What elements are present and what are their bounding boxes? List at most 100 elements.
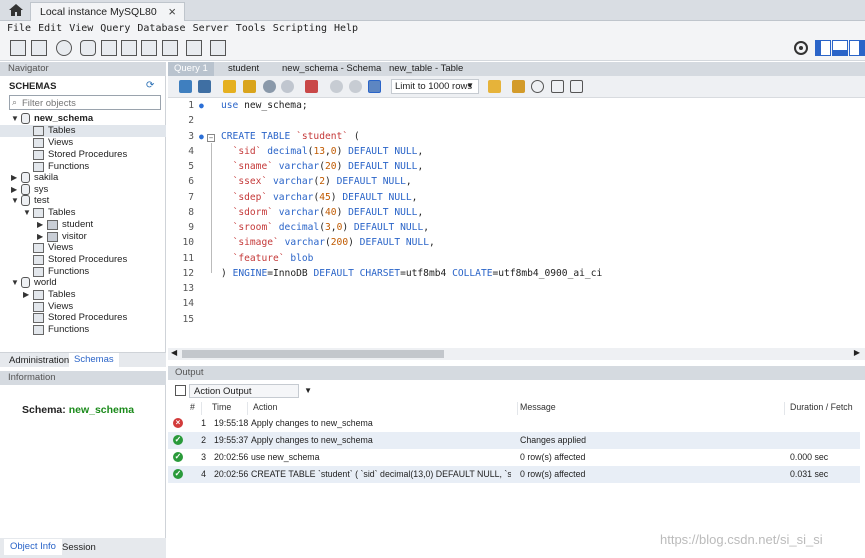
tab-object-info[interactable]: Object Info bbox=[4, 539, 62, 555]
column-header-time[interactable]: Time bbox=[212, 402, 248, 415]
column-header-message[interactable]: Message bbox=[520, 402, 785, 415]
create-procedure-icon[interactable] bbox=[141, 40, 157, 56]
chevron-right-icon[interactable]: ▶ bbox=[11, 172, 17, 184]
execute-current-icon[interactable] bbox=[243, 80, 256, 93]
output-row[interactable]: ✓ 4 20:02:56 CREATE TABLE `student` ( `sid`… bbox=[168, 466, 860, 483]
reconnect-icon[interactable] bbox=[210, 40, 226, 56]
menu-view[interactable]: View bbox=[69, 23, 93, 34]
output-row[interactable]: × 1 19:55:18 Apply changes to new_schema bbox=[168, 415, 860, 432]
beautify-icon[interactable] bbox=[512, 80, 525, 93]
code-token: 40 bbox=[325, 207, 337, 218]
menu-query[interactable]: Query bbox=[100, 23, 130, 34]
menu-tools[interactable]: Tools bbox=[236, 23, 266, 34]
menu-bar: File Edit View Query Database Server Tools Scri… bbox=[0, 21, 865, 37]
fold-toggle-icon[interactable]: − bbox=[207, 134, 215, 142]
column-header-action[interactable]: Action bbox=[253, 402, 518, 415]
chevron-down-icon[interactable]: ▼ bbox=[11, 113, 19, 125]
line-number: 2 bbox=[188, 115, 194, 126]
menu-scripting[interactable]: Scripting bbox=[273, 23, 327, 34]
output-row[interactable]: ✓ 2 19:55:37 Apply changes to new_schema Cha… bbox=[168, 432, 860, 449]
toggle-output-icon[interactable] bbox=[832, 40, 848, 56]
line-number: 1 bbox=[188, 100, 194, 111]
code-token: DEFAULT NULL bbox=[348, 161, 418, 172]
code-token: =InnoDB bbox=[267, 268, 314, 279]
rollback-icon[interactable] bbox=[349, 80, 362, 93]
add-snippet-icon[interactable] bbox=[488, 80, 501, 93]
tab-schemas[interactable]: Schemas bbox=[69, 353, 119, 367]
toggle-sidebar-icon[interactable] bbox=[815, 40, 831, 56]
menu-help[interactable]: Help bbox=[334, 23, 358, 34]
inspector-icon[interactable] bbox=[56, 40, 72, 56]
column-header-number[interactable]: # bbox=[186, 402, 202, 415]
procedure-folder-icon bbox=[33, 150, 44, 160]
tab-query-1[interactable]: Query 1 bbox=[168, 62, 214, 76]
stop-icon[interactable] bbox=[281, 80, 294, 93]
code-token: DEFAULT NULL bbox=[359, 237, 429, 248]
refresh-icon[interactable]: ⟳ bbox=[146, 80, 154, 91]
action-output-value: Action Output bbox=[194, 386, 252, 397]
action-output-select[interactable]: Action Output ▼ bbox=[189, 384, 312, 398]
tab-administration[interactable]: Administration bbox=[9, 355, 69, 366]
tab-new-schema-schema[interactable]: new_schema - Schema bbox=[282, 63, 381, 74]
new-sql-tab-icon[interactable] bbox=[10, 40, 26, 56]
find-icon[interactable] bbox=[531, 80, 544, 93]
line-number: 15 bbox=[182, 314, 194, 325]
open-file-icon[interactable] bbox=[179, 80, 192, 93]
tree-new-schema-tables[interactable]: Tables bbox=[0, 125, 166, 137]
toggle-secondary-sidebar-icon[interactable] bbox=[849, 40, 865, 56]
menu-edit[interactable]: Edit bbox=[38, 23, 62, 34]
chevron-right-icon[interactable]: ▶ bbox=[37, 219, 43, 231]
chevron-down-icon[interactable]: ▼ bbox=[11, 277, 19, 289]
chevron-right-icon[interactable]: ▶ bbox=[23, 289, 29, 301]
editor-horizontal-scrollbar[interactable]: ◀ ▶ bbox=[168, 348, 865, 360]
output-row[interactable]: ✓ 3 20:02:56 use new_schema 0 row(s) affecte… bbox=[168, 449, 860, 466]
output-cell-action: use new_schema bbox=[251, 452, 320, 462]
create-function-icon[interactable] bbox=[162, 40, 178, 56]
close-icon[interactable]: × bbox=[168, 4, 176, 19]
chevron-down-icon[interactable]: ▼ bbox=[11, 195, 19, 207]
explain-icon[interactable] bbox=[263, 80, 276, 93]
view-folder-icon bbox=[33, 243, 44, 253]
word-wrap-icon[interactable] bbox=[570, 80, 583, 93]
code-line: `sdorm` varchar(40) DEFAULT NULL, bbox=[221, 207, 424, 218]
settings-icon[interactable] bbox=[793, 40, 809, 56]
home-icon[interactable] bbox=[8, 3, 24, 17]
toggle-continue-on-error-icon[interactable] bbox=[305, 80, 318, 93]
tab-new-table-table[interactable]: new_table - Table bbox=[389, 63, 463, 74]
output-cell-action: Apply changes to new_schema bbox=[251, 435, 373, 445]
scroll-left-icon[interactable]: ◀ bbox=[171, 348, 177, 357]
menu-file[interactable]: File bbox=[7, 23, 31, 34]
copy-icon[interactable] bbox=[175, 385, 186, 396]
scrollbar-thumb[interactable] bbox=[182, 350, 444, 358]
create-table-icon[interactable] bbox=[101, 40, 117, 56]
tree-schema-new-schema[interactable]: ▼ new_schema bbox=[0, 113, 166, 125]
connection-tab[interactable]: Local instance MySQL80 × bbox=[30, 2, 185, 21]
limit-rows-select[interactable]: Limit to 1000 rows ▼ bbox=[391, 79, 479, 94]
sql-editor[interactable]: 1 2 3 4 5 6 7 8 9 10 11 12 13 14 15 ● ● … bbox=[168, 98, 865, 348]
invisible-chars-icon[interactable] bbox=[551, 80, 564, 93]
information-tabs: Object Info Session bbox=[0, 538, 166, 558]
filter-objects-input[interactable] bbox=[9, 95, 161, 110]
code-token: varchar bbox=[284, 237, 325, 248]
chevron-right-icon[interactable]: ▶ bbox=[37, 231, 43, 243]
tab-student[interactable]: student bbox=[228, 63, 259, 74]
search-table-data-icon[interactable] bbox=[186, 40, 202, 56]
menu-database[interactable]: Database bbox=[137, 23, 185, 34]
commit-icon[interactable] bbox=[330, 80, 343, 93]
line-number: 11 bbox=[182, 253, 194, 264]
menu-server[interactable]: Server bbox=[193, 23, 229, 34]
output-cell-action: CREATE TABLE `student` ( `sid` decimal(1… bbox=[251, 469, 511, 479]
execute-icon[interactable] bbox=[223, 80, 236, 93]
autocommit-icon[interactable] bbox=[368, 80, 381, 93]
code-token: `sroom` bbox=[232, 222, 273, 233]
scroll-right-icon[interactable]: ▶ bbox=[854, 348, 860, 357]
chevron-down-icon[interactable]: ▼ bbox=[23, 207, 31, 219]
create-view-icon[interactable] bbox=[121, 40, 137, 56]
open-sql-script-icon[interactable] bbox=[31, 40, 47, 56]
save-icon[interactable] bbox=[198, 80, 211, 93]
success-icon: ✓ bbox=[173, 469, 183, 479]
create-schema-icon[interactable] bbox=[80, 40, 96, 56]
column-header-duration[interactable]: Duration / Fetch bbox=[790, 402, 860, 415]
tab-session[interactable]: Session bbox=[62, 542, 96, 553]
code-token: varchar bbox=[273, 176, 314, 187]
